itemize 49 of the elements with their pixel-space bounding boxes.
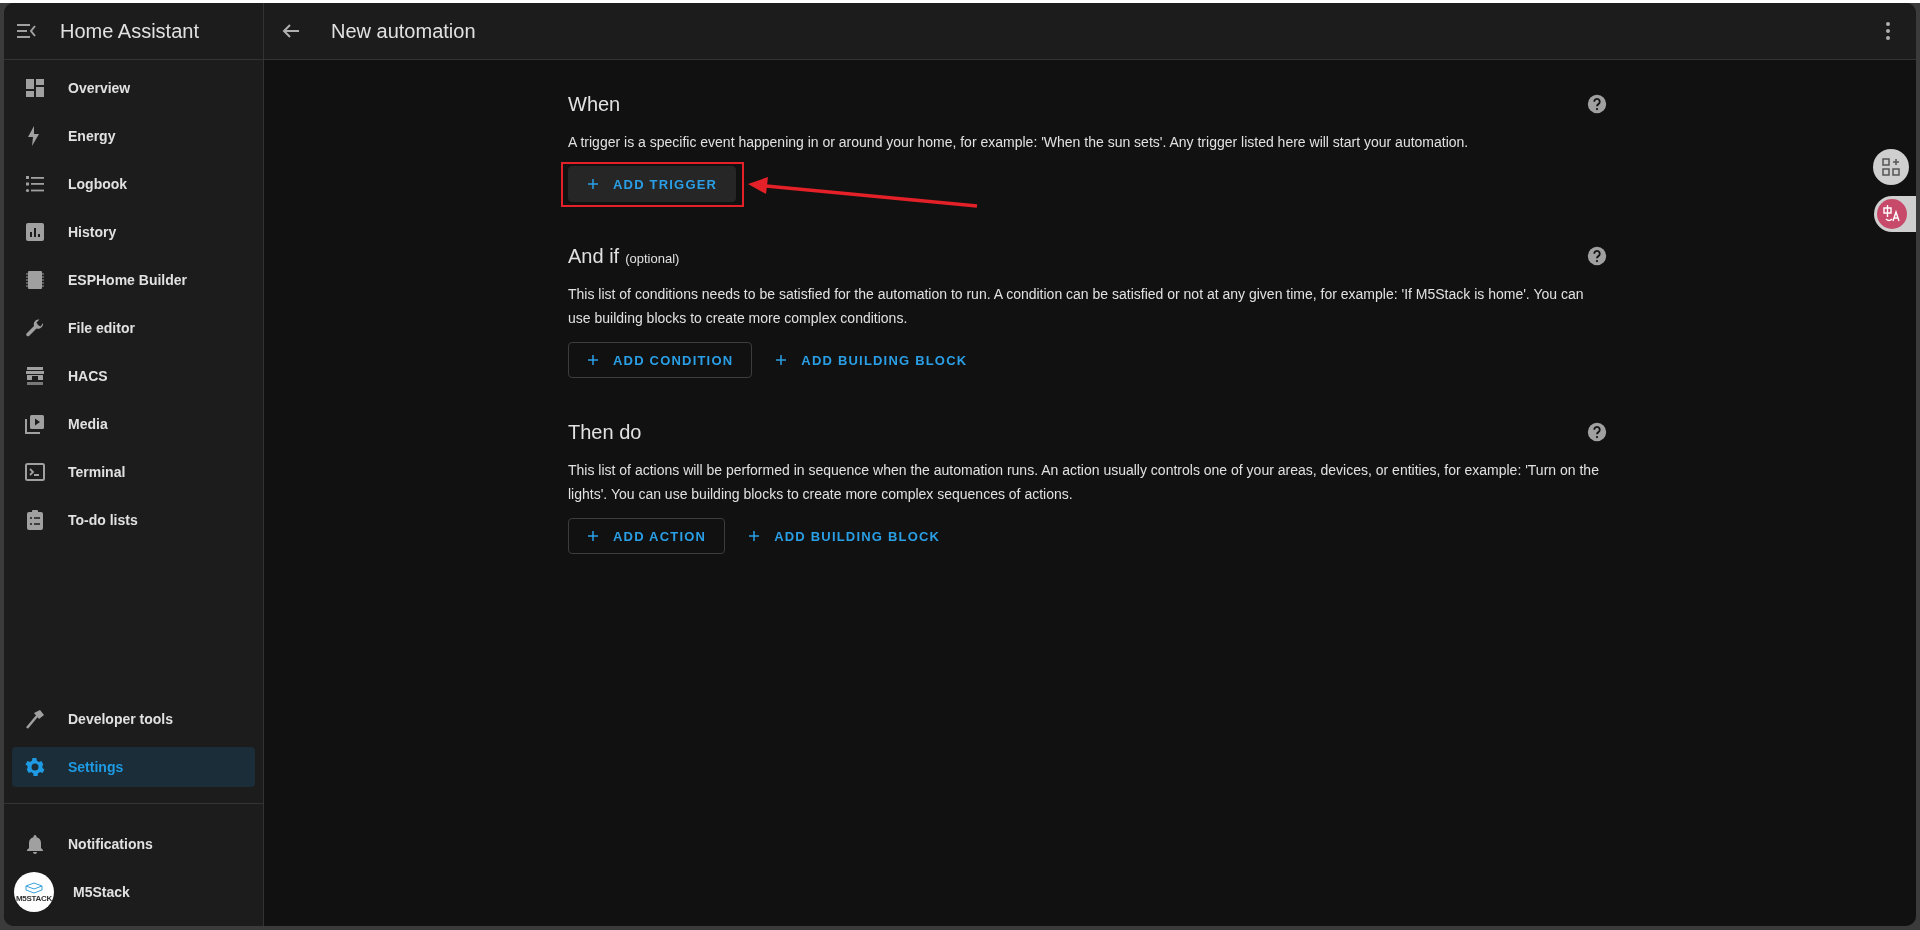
sidebar-item[interactable]: Energy <box>12 116 255 156</box>
help-icon[interactable] <box>1586 245 1608 267</box>
chip-icon <box>23 268 47 292</box>
terminal-icon <box>23 460 47 484</box>
plus-icon <box>775 354 788 366</box>
help-icon[interactable] <box>1586 93 1608 115</box>
sidebar-item[interactable]: ESPHome Builder <box>12 260 255 300</box>
plus-icon <box>748 530 761 542</box>
settings-icon <box>23 755 47 779</box>
app-title: Home Assistant <box>60 19 199 43</box>
add-button[interactable]: ADD BUILDING BLOCK <box>764 342 979 378</box>
notifications-item[interactable]: Notifications <box>12 824 255 864</box>
plus-icon <box>587 178 599 190</box>
add-button[interactable]: ADD CONDITION <box>568 342 753 378</box>
sidebar-item[interactable]: Terminal <box>12 452 255 492</box>
user-avatar[interactable]: M5STACK <box>14 872 54 912</box>
plus-icon <box>587 530 599 542</box>
optional-note: (optional) <box>625 250 680 266</box>
sidebar-item[interactable]: Developer tools <box>12 699 255 739</box>
section-description: A trigger is a specific event happening in or around your home, for example: 'When the sun sets'. Any trigger listed here will start your automation. <box>568 133 1470 152</box>
widget-button[interactable] <box>1873 149 1909 185</box>
dashboard-icon <box>23 76 47 100</box>
page-title: New automation <box>331 19 477 43</box>
sidebar-item[interactable]: History <box>12 212 255 252</box>
section-description: This list of actions will be performed in sequence when the automation runs. An action usually controls one of your areas, devices, or entities, for example: 'Turn on the lights'. You can use building blocks to create more complex sequences of actions. <box>568 461 1600 504</box>
section-title: Then do <box>568 420 642 444</box>
section-title: And if <box>568 244 620 268</box>
sidebar-item[interactable]: Logbook <box>12 164 255 204</box>
add-button[interactable]: ADD BUILDING BLOCK <box>737 518 952 554</box>
store-icon <box>23 364 47 388</box>
sidebar-item[interactable]: To-do lists <box>12 500 255 540</box>
translate-icon <box>1877 199 1907 229</box>
sidebar-item[interactable]: Media <box>12 404 255 444</box>
plus-icon <box>587 354 599 366</box>
translate-button[interactable] <box>1874 196 1916 232</box>
sidebar-item[interactable]: Settings <box>12 747 255 787</box>
sidebar-item[interactable]: HACS <box>12 356 255 396</box>
grid-plus-icon <box>1882 158 1900 176</box>
section-title: When <box>568 92 621 116</box>
sidebar-item[interactable]: Overview <box>12 68 255 108</box>
sidebar-item[interactable]: File editor <box>12 308 255 348</box>
play-icon <box>23 412 47 436</box>
add-button[interactable]: ADD TRIGGER <box>568 166 737 202</box>
help-icon[interactable] <box>1586 421 1608 443</box>
add-button[interactable]: ADD ACTION <box>568 518 726 554</box>
user-name[interactable]: M5Stack <box>73 884 130 900</box>
bar-chart-icon <box>23 220 47 244</box>
section-description: This list of conditions needs to be satisfied for the automation to run. A condition can be satisfied or not at any given time, for example: 'If M5Stack is home'. You can use building blocks to create more complex conditions. <box>568 285 1585 328</box>
hammer-icon <box>23 707 47 731</box>
